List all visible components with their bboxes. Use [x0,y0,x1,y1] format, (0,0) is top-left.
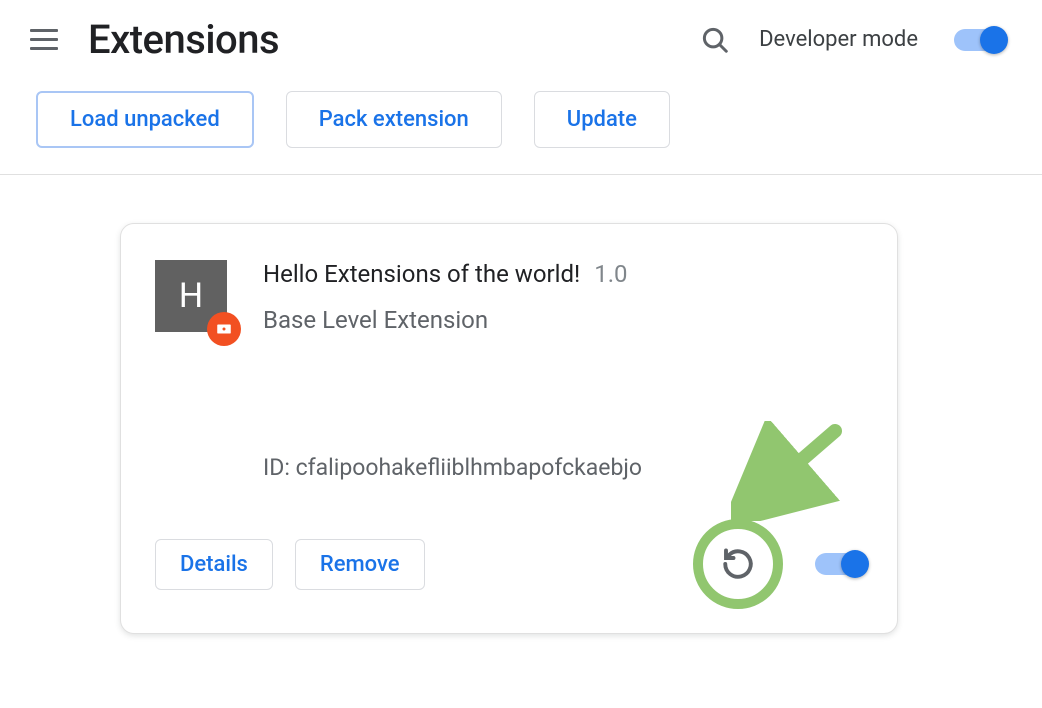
extension-title: Hello Extensions of the world! [263,260,580,288]
toolbar: Load unpacked Pack extension Update [0,71,1042,175]
search-icon[interactable] [695,20,735,60]
developer-mode-toggle[interactable] [954,29,1006,51]
extension-enable-toggle[interactable] [815,553,867,575]
extension-card: H Hello Extensions of the world! 1.0 Bas… [120,223,898,634]
extension-version: 1.0 [594,260,627,288]
reload-icon[interactable] [716,542,760,586]
menu-icon[interactable] [28,22,64,58]
extension-icon: H [155,260,227,332]
load-unpacked-button[interactable]: Load unpacked [36,91,254,148]
page-title: Extensions [88,16,671,63]
extension-id: ID: cfalipoohakefliiblhmbapofckaebjo [263,454,867,481]
update-button[interactable]: Update [534,91,670,148]
extension-icon-letter: H [179,276,203,316]
details-button[interactable]: Details [155,539,273,590]
unpacked-badge-icon [207,312,241,346]
extension-description: Base Level Extension [263,306,867,334]
remove-button[interactable]: Remove [295,539,425,590]
pack-extension-button[interactable]: Pack extension [286,91,502,148]
developer-mode-label: Developer mode [759,27,918,52]
